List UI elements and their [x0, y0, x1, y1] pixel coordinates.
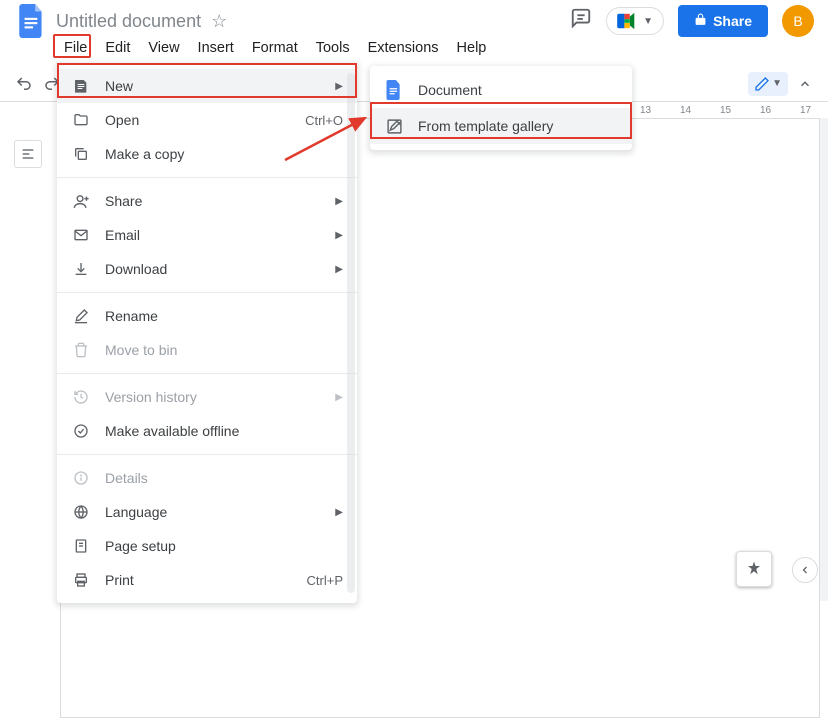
menu-item-label: Share: [105, 193, 142, 209]
print-icon: [71, 572, 91, 588]
menu-tools[interactable]: Tools: [308, 36, 358, 60]
submenu-item-document[interactable]: Document: [370, 72, 632, 108]
submenu-item-label: Document: [418, 82, 482, 98]
history-icon: [71, 389, 91, 405]
explore-button[interactable]: [736, 551, 772, 587]
meet-button[interactable]: ▼: [606, 7, 664, 35]
offline-icon: [71, 423, 91, 439]
menu-item-version-history: Version history ▶: [57, 380, 357, 414]
menu-item-label: Move to bin: [105, 342, 177, 358]
person-add-icon: [71, 193, 91, 210]
menu-item-label: Details: [105, 470, 148, 486]
menu-item-print[interactable]: Print Ctrl+P: [57, 563, 357, 597]
share-button[interactable]: Share: [678, 5, 768, 37]
menu-format[interactable]: Format: [244, 36, 306, 60]
menu-item-label: Print: [105, 572, 134, 588]
page-setup-icon: [71, 538, 91, 554]
menu-item-label: Download: [105, 261, 167, 277]
menu-extensions[interactable]: Extensions: [360, 36, 447, 60]
submenu-item-label: From template gallery: [418, 118, 553, 134]
undo-button[interactable]: [10, 70, 38, 98]
menu-item-download[interactable]: Download ▶: [57, 252, 357, 286]
menu-separator: [57, 373, 357, 374]
menu-item-email[interactable]: Email ▶: [57, 218, 357, 252]
editing-mode-button[interactable]: ▼: [748, 72, 788, 96]
rename-icon: [71, 308, 91, 324]
menu-item-open[interactable]: Open Ctrl+O: [57, 103, 357, 137]
menu-item-label: Rename: [105, 308, 158, 324]
annotation-highlight-file: [53, 34, 91, 58]
menu-item-details: Details: [57, 461, 357, 495]
menu-item-rename[interactable]: Rename: [57, 299, 357, 333]
document-title[interactable]: Untitled document: [56, 11, 201, 32]
menu-item-label: Make available offline: [105, 423, 239, 439]
menu-item-move-to-bin: Move to bin: [57, 333, 357, 367]
download-icon: [71, 261, 91, 277]
menu-separator: [57, 454, 357, 455]
menu-help[interactable]: Help: [449, 36, 495, 60]
ruler-tick: 13: [640, 105, 651, 116]
menu-item-label: Language: [105, 504, 167, 520]
submenu-arrow-icon: ▶: [335, 81, 343, 92]
hide-menus-button[interactable]: [792, 71, 818, 97]
menu-item-page-setup[interactable]: Page setup: [57, 529, 357, 563]
submenu-arrow-icon: ▶: [335, 196, 343, 207]
menu-item-label: Page setup: [105, 538, 176, 554]
keyboard-shortcut: Ctrl+O: [305, 113, 343, 128]
menu-item-label: New: [105, 78, 133, 94]
ruler-tick: 17: [800, 105, 811, 116]
ruler-tick: 15: [720, 105, 731, 116]
menu-item-label: Open: [105, 112, 139, 128]
titlebar: Untitled document ☆ ▼ Share B: [0, 0, 828, 34]
menu-item-label: Version history: [105, 389, 197, 405]
keyboard-shortcut: Ctrl+P: [307, 573, 343, 588]
share-label: Share: [713, 13, 752, 29]
menu-insert[interactable]: Insert: [190, 36, 242, 60]
document-icon: [71, 78, 91, 94]
docs-logo[interactable]: [14, 3, 50, 39]
submenu-arrow-icon: ▶: [335, 507, 343, 518]
meet-icon: [617, 12, 639, 30]
menu-item-label: Make a copy: [105, 146, 184, 162]
submenu-arrow-icon: ▶: [335, 264, 343, 275]
submenu-item-template[interactable]: From template gallery: [370, 108, 632, 144]
menu-separator: [57, 177, 357, 178]
menu-separator: [57, 292, 357, 293]
menu-item-label: Email: [105, 227, 140, 243]
star-icon[interactable]: ☆: [211, 11, 227, 32]
menubar: File Edit View Insert Format Tools Exten…: [0, 34, 828, 62]
comment-history-icon[interactable]: [570, 7, 592, 35]
submenu-arrow-icon: ▶: [335, 392, 343, 403]
titlebar-right: ▼ Share B: [570, 5, 814, 37]
menu-edit[interactable]: Edit: [97, 36, 138, 60]
menu-item-new[interactable]: New ▶: [57, 69, 357, 103]
docs-icon: [384, 80, 404, 100]
side-panel-toggle[interactable]: [792, 557, 818, 583]
menu-item-make-copy[interactable]: Make a copy: [57, 137, 357, 171]
info-icon: [71, 470, 91, 486]
menu-view[interactable]: View: [140, 36, 187, 60]
copy-icon: [71, 146, 91, 162]
dropdown-scrollbar[interactable]: [347, 73, 355, 593]
email-icon: [71, 227, 91, 243]
caret-down-icon: ▼: [772, 78, 782, 89]
lock-icon: [694, 13, 707, 29]
outline-toggle-button[interactable]: [14, 140, 42, 168]
template-icon: [384, 118, 404, 135]
avatar[interactable]: B: [782, 5, 814, 37]
menu-item-offline[interactable]: Make available offline: [57, 414, 357, 448]
caret-down-icon: ▼: [643, 16, 653, 27]
pen-icon: [754, 76, 770, 92]
submenu-arrow-icon: ▶: [335, 230, 343, 241]
file-menu-dropdown: New ▶ Open Ctrl+O Make a copy Share ▶ Em…: [57, 63, 357, 603]
trash-icon: [71, 342, 91, 358]
globe-icon: [71, 504, 91, 520]
new-submenu: Document From template gallery: [370, 66, 632, 150]
ruler-tick: 16: [760, 105, 771, 116]
ruler-tick: 14: [680, 105, 691, 116]
menu-item-share[interactable]: Share ▶: [57, 184, 357, 218]
folder-icon: [71, 112, 91, 128]
menu-item-language[interactable]: Language ▶: [57, 495, 357, 529]
